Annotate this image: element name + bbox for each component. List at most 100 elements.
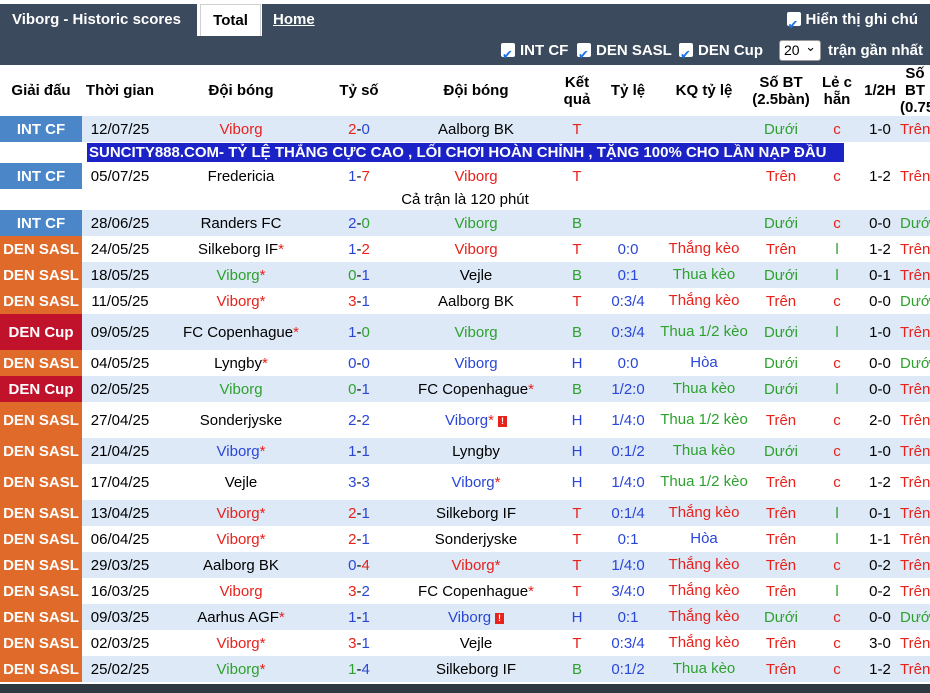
- odd-even: c: [814, 438, 860, 464]
- show-notes-toggle[interactable]: Hiển thị ghi chú: [786, 4, 918, 41]
- league-badge[interactable]: DEN Cup: [0, 376, 82, 402]
- league-badge[interactable]: DEN SASL: [0, 262, 82, 288]
- away-team-name[interactable]: Aalborg BK: [438, 121, 514, 138]
- match-score[interactable]: 2-2: [324, 402, 394, 438]
- league-badge[interactable]: DEN SASL: [0, 526, 82, 552]
- league-badge[interactable]: DEN SASL: [0, 656, 82, 682]
- home-team-name[interactable]: Viborg: [219, 583, 262, 600]
- score-home: 1: [348, 442, 357, 460]
- league-badge[interactable]: DEN SASL: [0, 402, 82, 438]
- away-team-name[interactable]: Viborg: [454, 355, 497, 372]
- home-team-name[interactable]: Viborg: [217, 635, 260, 652]
- home-team-name[interactable]: Viborg: [217, 293, 260, 310]
- home-team-name[interactable]: Viborg: [217, 661, 260, 678]
- home-team-name[interactable]: FC Copenhague: [183, 324, 293, 341]
- match-score[interactable]: 3-2: [324, 578, 394, 604]
- match-score[interactable]: 1-1: [324, 438, 394, 464]
- home-team-name[interactable]: Silkeborg IF: [198, 241, 278, 258]
- away-team-name[interactable]: Viborg: [454, 215, 497, 232]
- league-badge[interactable]: INT CF: [0, 163, 82, 189]
- home-team-name[interactable]: Lyngby: [214, 355, 262, 372]
- away-team-name[interactable]: Viborg: [454, 324, 497, 341]
- match-count-select[interactable]: 20: [779, 37, 821, 61]
- checkbox-icon[interactable]: [786, 9, 801, 41]
- home-team-name[interactable]: Randers FC: [201, 215, 282, 232]
- league-badge[interactable]: DEN SASL: [0, 464, 82, 500]
- home-team-name[interactable]: Viborg: [219, 381, 262, 398]
- league-badge[interactable]: DEN Cup: [0, 314, 82, 350]
- league-badge[interactable]: DEN SASL: [0, 552, 82, 578]
- match-score[interactable]: 2-0: [324, 210, 394, 236]
- match-date: 09/03/25: [82, 604, 158, 630]
- odd-even: l: [814, 578, 860, 604]
- home-team-name[interactable]: Aarhus AGF: [197, 609, 279, 626]
- tab-home-container: Home Hiển thị ghi chú: [262, 4, 930, 41]
- away-team-name[interactable]: Viborg: [448, 609, 491, 626]
- home-team-name[interactable]: Vejle: [225, 474, 258, 491]
- home-team-name[interactable]: Sonderjyske: [200, 412, 283, 429]
- match-score[interactable]: 0-0: [324, 350, 394, 376]
- match-score[interactable]: 1-1: [324, 604, 394, 630]
- league-badge[interactable]: INT CF: [0, 116, 82, 142]
- match-score[interactable]: 3-1: [324, 288, 394, 314]
- checkbox-icon[interactable]: [679, 40, 693, 69]
- table-header: Giải đấu Thời gian Đội bóng Tỷ số Đội bó…: [0, 65, 930, 116]
- league-badge[interactable]: DEN SASL: [0, 288, 82, 314]
- league-badge[interactable]: DEN SASL: [0, 578, 82, 604]
- away-team-name[interactable]: Aalborg BK: [438, 293, 514, 310]
- away-team-name[interactable]: Viborg: [454, 241, 497, 258]
- home-team-name[interactable]: Viborg: [217, 267, 260, 284]
- match-score[interactable]: 1-7: [324, 163, 394, 189]
- away-team-name[interactable]: Lyngby: [452, 443, 500, 460]
- home-team-name[interactable]: Viborg: [217, 531, 260, 548]
- away-team-name[interactable]: Viborg: [452, 474, 495, 491]
- filter-den-sasl[interactable]: DEN SASL: [577, 36, 672, 69]
- filter-int-cf[interactable]: INT CF: [501, 36, 568, 69]
- away-team-name[interactable]: Silkeborg IF: [436, 661, 516, 678]
- league-badge[interactable]: INT CF: [0, 210, 82, 236]
- league-badge[interactable]: DEN SASL: [0, 350, 82, 376]
- match-score[interactable]: 2-1: [324, 500, 394, 526]
- home-team-name[interactable]: Fredericia: [208, 168, 275, 185]
- match-score[interactable]: 1-4: [324, 656, 394, 682]
- tab-total[interactable]: Total: [200, 4, 261, 36]
- match-score[interactable]: 0-4: [324, 552, 394, 578]
- match-score[interactable]: 1-0: [324, 314, 394, 350]
- league-badge[interactable]: DEN SASL: [0, 630, 82, 656]
- away-team-name[interactable]: FC Copenhague: [418, 381, 528, 398]
- away-team-name[interactable]: FC Copenhague: [418, 583, 528, 600]
- match-score[interactable]: 2-0: [324, 116, 394, 142]
- over-under-075: Trên: [900, 163, 930, 189]
- away-team-name[interactable]: Viborg: [445, 412, 488, 429]
- checkbox-icon[interactable]: [577, 40, 591, 69]
- filter-den-cup[interactable]: DEN Cup: [679, 36, 763, 69]
- match-score[interactable]: 0-1: [324, 262, 394, 288]
- tab-home[interactable]: Home: [273, 4, 315, 36]
- odds-result: Thua kèo: [660, 438, 748, 464]
- away-team-name[interactable]: Sonderjyske: [435, 531, 518, 548]
- ad-banner[interactable]: SUNCITY888.COM- TỶ LỆ THẮNG CỰC CAO , LỐ…: [87, 143, 844, 162]
- star-icon: *: [528, 582, 534, 600]
- away-team-name[interactable]: Silkeborg IF: [436, 505, 516, 522]
- home-team-name[interactable]: Aalborg BK: [203, 557, 279, 574]
- home-team-name[interactable]: Viborg: [217, 443, 260, 460]
- away-team-name[interactable]: Viborg: [452, 557, 495, 574]
- checkbox-icon[interactable]: [501, 40, 515, 69]
- match-score[interactable]: 0-1: [324, 376, 394, 402]
- match-score[interactable]: 3-1: [324, 630, 394, 656]
- home-team-name[interactable]: Viborg: [219, 121, 262, 138]
- league-badge[interactable]: DEN SASL: [0, 438, 82, 464]
- match-score[interactable]: 3-3: [324, 464, 394, 500]
- match-score[interactable]: 2-1: [324, 526, 394, 552]
- league-badge[interactable]: DEN SASL: [0, 604, 82, 630]
- match-score[interactable]: 1-2: [324, 236, 394, 262]
- away-team-name[interactable]: Viborg: [454, 168, 497, 185]
- league-badge[interactable]: DEN SASL: [0, 500, 82, 526]
- away-team-name[interactable]: Vejle: [460, 267, 493, 284]
- league-badge[interactable]: DEN SASL: [0, 236, 82, 262]
- away-team-name[interactable]: Vejle: [460, 635, 493, 652]
- over-under-075: Trên: [900, 630, 930, 656]
- half-time-score: 0-0: [860, 376, 900, 402]
- scores-table: Giải đấu Thời gian Đội bóng Tỷ số Đội bó…: [0, 65, 930, 682]
- home-team-name[interactable]: Viborg: [217, 505, 260, 522]
